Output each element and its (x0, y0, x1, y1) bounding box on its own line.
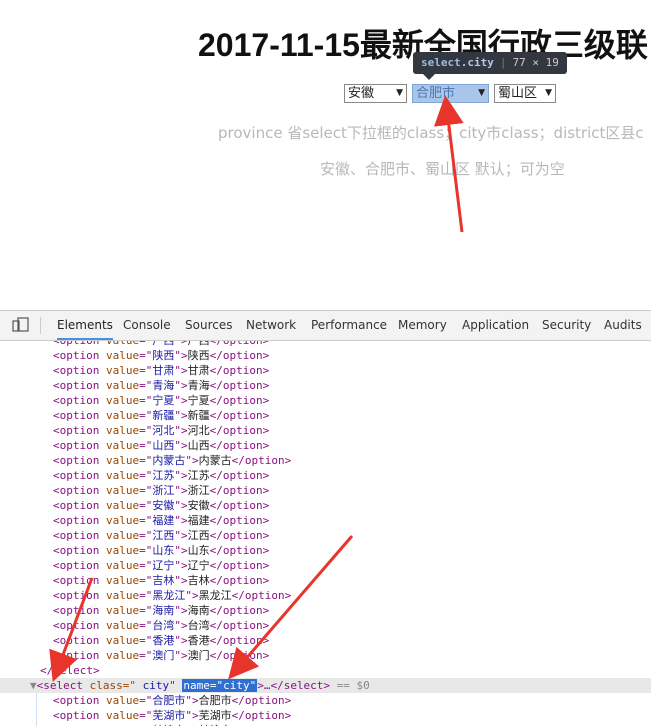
tab-performance[interactable]: Performance (311, 311, 387, 340)
tooltip-class: .city (460, 56, 494, 69)
tab-sources[interactable]: Sources (185, 311, 232, 340)
description-line-2: 安徽、合肥市、蜀山区 默认；可为空 (320, 160, 565, 178)
devtools-panel: Elements Console Sources Network Performance… (0, 310, 651, 726)
tooltip-caret (423, 74, 435, 80)
district-select-value: 蜀山区 (498, 86, 538, 101)
tab-security[interactable]: Security (542, 311, 591, 340)
tree-guide-line (36, 693, 37, 726)
dom-option-line[interactable]: <option value="陕西">陕西</option> (0, 348, 269, 363)
dom-option-line[interactable]: <option value="辽宁">辽宁</option> (0, 558, 269, 573)
dom-close-select[interactable]: </select> (0, 663, 100, 678)
dom-option-line[interactable]: <option value="澳门">澳门</option> (0, 648, 269, 663)
devtools-tabbar: Elements Console Sources Network Performance… (0, 311, 651, 341)
dom-option-line[interactable]: <option value="河北">河北</option> (0, 423, 269, 438)
dom-option-line[interactable]: <option value="台湾">台湾</option> (0, 618, 269, 633)
dom-option-line[interactable]: <option value="甘肃">甘肃</option> (0, 363, 269, 378)
chevron-down-icon: ▼ (396, 88, 403, 98)
dom-option-line[interactable]: <option value="广西">广西</option> (0, 341, 269, 348)
dom-option-line[interactable]: <option value="新疆">新疆</option> (0, 408, 269, 423)
description-line-1: province 省select下拉框的class；city市class；dis… (218, 124, 644, 142)
dom-option-line[interactable]: <option value="内蒙古">内蒙古</option> (0, 453, 291, 468)
dom-option-line[interactable]: <option value="江西">江西</option> (0, 528, 269, 543)
chevron-down-icon: ▼ (545, 88, 552, 98)
dom-option-line[interactable]: <option value="江苏">江苏</option> (0, 468, 269, 483)
province-select[interactable]: 安徽 ▼ (344, 84, 407, 103)
dom-tree: <option value="广西">广西</option><option va… (0, 341, 651, 726)
dom-option-line[interactable]: <option value="福建">福建</option> (0, 513, 269, 528)
dom-option-line[interactable]: <option value="合肥市">合肥市</option> (0, 693, 291, 708)
dom-option-line[interactable]: <option value="青海">青海</option> (0, 378, 269, 393)
name-attribute-highlight: name="city" (182, 679, 258, 692)
tab-separator (40, 317, 41, 334)
chevron-down-icon: ▼ (478, 88, 485, 98)
dom-option-line[interactable]: <option value="香港">香港</option> (0, 633, 269, 648)
dom-option-line[interactable]: <option value="安徽">安徽</option> (0, 498, 269, 513)
district-select[interactable]: 蜀山区 ▼ (494, 84, 556, 103)
tooltip-tag: select (421, 56, 461, 69)
tab-application[interactable]: Application (462, 311, 529, 340)
dom-option-line[interactable]: <option value="宁夏">宁夏</option> (0, 393, 269, 408)
expand-triangle-icon[interactable]: ▼ (30, 679, 37, 692)
province-select-value: 安徽 (348, 86, 375, 101)
dom-option-line[interactable]: <option value="黑龙江">黑龙江</option> (0, 588, 291, 603)
dom-option-line[interactable]: <option value="吉林">吉林</option> (0, 573, 269, 588)
inspect-tooltip: select.city | 77 × 19 (413, 52, 567, 74)
tab-memory[interactable]: Memory (398, 311, 447, 340)
city-select-value: 合肥市 (416, 86, 456, 101)
web-page: 2017-11-15最新全国行政三级联 安徽 ▼ 合肥市 ▼ 蜀山区 ▼ sel… (0, 0, 651, 310)
city-select[interactable]: 合肥市 ▼ (412, 84, 489, 103)
device-toggle-icon[interactable] (12, 317, 30, 333)
dom-option-line[interactable]: <option value="山东">山东</option> (0, 543, 269, 558)
tab-network[interactable]: Network (246, 311, 296, 340)
dom-selected-select-line[interactable]: ▼<select class=" city" name="city">…</se… (0, 678, 651, 693)
tab-audits[interactable]: Audits (604, 311, 642, 340)
dom-option-line[interactable]: <option value="浙江">浙江</option> (0, 483, 269, 498)
tab-elements[interactable]: Elements (57, 311, 113, 340)
dom-option-line[interactable]: <option value="芜湖市">芜湖市</option> (0, 708, 291, 723)
tooltip-size: 77 × 19 (512, 56, 559, 69)
dom-option-line[interactable]: <option value="山西">山西</option> (0, 438, 269, 453)
tab-console[interactable]: Console (123, 311, 171, 340)
dom-option-line[interactable]: <option value="海南">海南</option> (0, 603, 269, 618)
